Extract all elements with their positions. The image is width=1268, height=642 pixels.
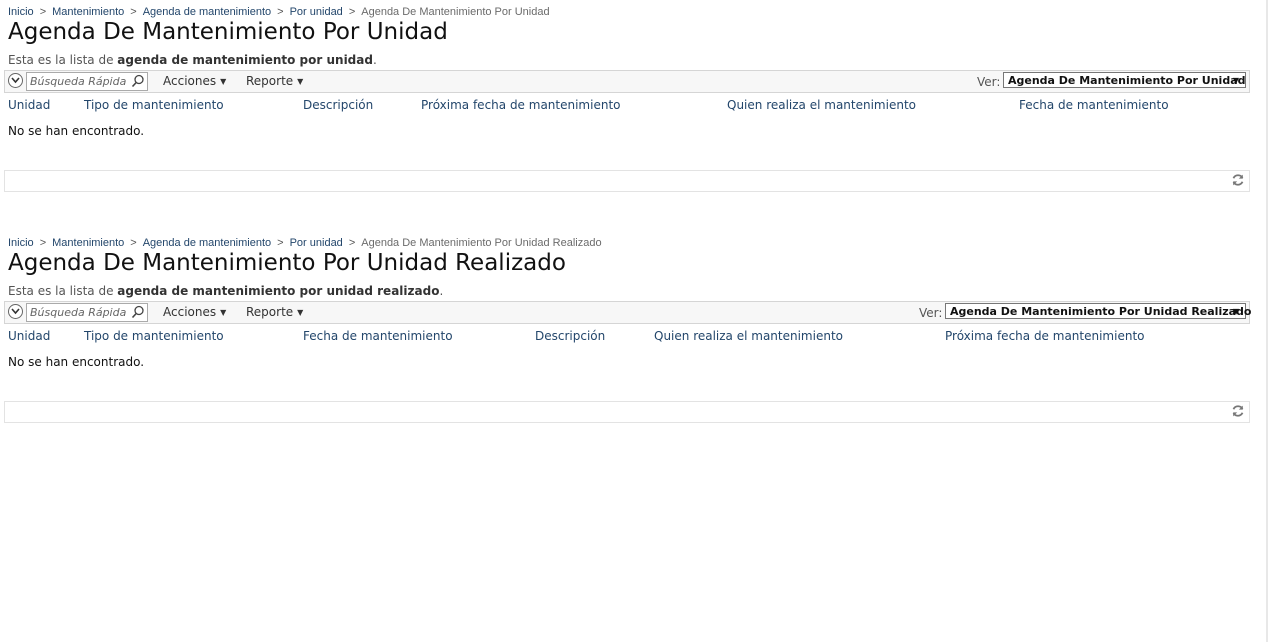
breadcrumb-current: Agenda De Mantenimiento Por Unidad bbox=[361, 6, 550, 18]
list-toolbar: Acciones▼ Reporte▼ Ver: Agenda De Manten… bbox=[4, 301, 1251, 324]
chevron-down-icon bbox=[11, 308, 20, 315]
refresh-icon[interactable] bbox=[1231, 404, 1245, 418]
breadcrumb-separator: > bbox=[39, 237, 47, 249]
page-title: Agenda De Mantenimiento Por Unidad bbox=[8, 19, 448, 45]
view-select[interactable]: Agenda De Mantenimiento Por Unidad ▼ bbox=[1003, 72, 1246, 88]
column-header[interactable]: Descripción bbox=[535, 329, 605, 343]
breadcrumb-separator: > bbox=[39, 6, 47, 18]
column-header[interactable]: Próxima fecha de mantenimiento bbox=[945, 329, 1145, 343]
empty-message: No se han encontrado. bbox=[8, 124, 145, 138]
collapse-button[interactable] bbox=[8, 304, 23, 319]
breadcrumb-separator: > bbox=[130, 6, 137, 18]
reporte-label: Reporte bbox=[246, 74, 294, 88]
quick-search-box[interactable] bbox=[26, 72, 148, 91]
view-select-value: Agenda De Mantenimiento Por Unidad Reali… bbox=[950, 305, 1252, 318]
reporte-menu[interactable]: Reporte ▼ bbox=[246, 305, 303, 319]
acciones-label: Acciones bbox=[163, 74, 217, 88]
acciones-menu[interactable]: Acciones ▼ bbox=[163, 305, 226, 319]
list-description: Esta es la lista de agenda de mantenimie… bbox=[8, 284, 443, 298]
caret-down-icon: ▼ bbox=[1232, 307, 1239, 316]
breadcrumb: Inicio > Mantenimiento > Agenda de mantenimi… bbox=[8, 237, 602, 249]
search-icon[interactable] bbox=[131, 305, 145, 319]
description-suffix: . bbox=[372, 53, 377, 67]
breadcrumb-agenda[interactable]: Agenda de mantenimiento bbox=[143, 237, 271, 249]
acciones-menu[interactable]: Acciones ▼ bbox=[163, 74, 226, 88]
view-label: Ver: bbox=[977, 75, 1001, 89]
breadcrumb-inicio[interactable]: Inicio bbox=[8, 6, 34, 18]
list-description: Esta es la lista de agenda de mantenimie… bbox=[8, 53, 377, 67]
refresh-icon[interactable] bbox=[1231, 173, 1245, 187]
column-header[interactable]: Quien realiza el mantenimiento bbox=[654, 329, 843, 343]
breadcrumb-mantenimiento[interactable]: Mantenimiento bbox=[52, 237, 124, 249]
caret-down-icon: ▼ bbox=[297, 308, 304, 317]
list-footer bbox=[4, 170, 1250, 192]
breadcrumb-por-unidad[interactable]: Por unidad bbox=[290, 6, 343, 18]
caret-down-icon: ▼ bbox=[297, 77, 304, 86]
breadcrumb-separator: > bbox=[348, 6, 356, 18]
caret-down-icon: ▼ bbox=[220, 308, 227, 317]
list-toolbar: Acciones▼ Reporte▼ Ver: Agenda De Manten… bbox=[4, 70, 1250, 93]
page-title: Agenda De Mantenimiento Por Unidad Reali… bbox=[8, 250, 566, 276]
quick-search-input[interactable] bbox=[30, 305, 126, 319]
quick-search-box[interactable] bbox=[26, 303, 148, 322]
description-prefix: Esta es la lista de bbox=[8, 53, 114, 67]
search-icon[interactable] bbox=[131, 74, 145, 88]
description-bold: agenda de mantenimiento por unidad reali… bbox=[117, 284, 440, 298]
breadcrumb-separator: > bbox=[277, 6, 284, 18]
view-select-value: Agenda De Mantenimiento Por Unidad bbox=[1008, 74, 1246, 87]
caret-down-icon: ▼ bbox=[220, 77, 227, 86]
description-bold: agenda de mantenimiento por unidad bbox=[117, 53, 373, 67]
quick-search-input[interactable] bbox=[30, 74, 126, 88]
breadcrumb-separator: > bbox=[348, 237, 356, 249]
view-select[interactable]: Agenda De Mantenimiento Por Unidad Reali… bbox=[945, 303, 1251, 319]
breadcrumb-inicio[interactable]: Inicio bbox=[8, 237, 34, 249]
breadcrumb-separator: > bbox=[277, 237, 284, 249]
description-suffix: . bbox=[439, 284, 444, 298]
column-header[interactable]: Fecha de mantenimiento bbox=[303, 329, 453, 343]
column-header[interactable]: Próxima fecha de mantenimiento bbox=[421, 98, 621, 112]
breadcrumb-agenda[interactable]: Agenda de mantenimiento bbox=[143, 6, 271, 18]
column-header[interactable]: Unidad bbox=[8, 98, 50, 112]
caret-down-icon: ▼ bbox=[1232, 76, 1239, 85]
column-header[interactable]: Unidad bbox=[8, 329, 50, 343]
column-header[interactable]: Tipo de mantenimiento bbox=[84, 98, 224, 112]
chevron-down-icon bbox=[11, 77, 20, 84]
breadcrumb-por-unidad[interactable]: Por unidad bbox=[290, 237, 343, 249]
column-header[interactable]: Fecha de mantenimiento bbox=[1019, 98, 1169, 112]
empty-message: No se han encontrado. bbox=[8, 355, 145, 369]
view-label: Ver: bbox=[919, 306, 943, 320]
column-header[interactable]: Quien realiza el mantenimiento bbox=[727, 98, 916, 112]
reporte-label: Reporte bbox=[246, 305, 294, 319]
acciones-label: Acciones bbox=[163, 305, 217, 319]
breadcrumb-current: Agenda De Mantenimiento Por Unidad Reali… bbox=[361, 237, 602, 249]
column-header[interactable]: Tipo de mantenimiento bbox=[84, 329, 224, 343]
breadcrumb-separator: > bbox=[130, 237, 137, 249]
description-prefix: Esta es la lista de bbox=[8, 284, 114, 298]
breadcrumb: Inicio > Mantenimiento > Agenda de mantenimi… bbox=[8, 6, 550, 18]
column-header[interactable]: Descripción bbox=[303, 98, 373, 112]
breadcrumb-mantenimiento[interactable]: Mantenimiento bbox=[52, 6, 124, 18]
reporte-menu[interactable]: Reporte ▼ bbox=[246, 74, 303, 88]
list-footer bbox=[4, 401, 1250, 423]
collapse-button[interactable] bbox=[8, 73, 23, 88]
